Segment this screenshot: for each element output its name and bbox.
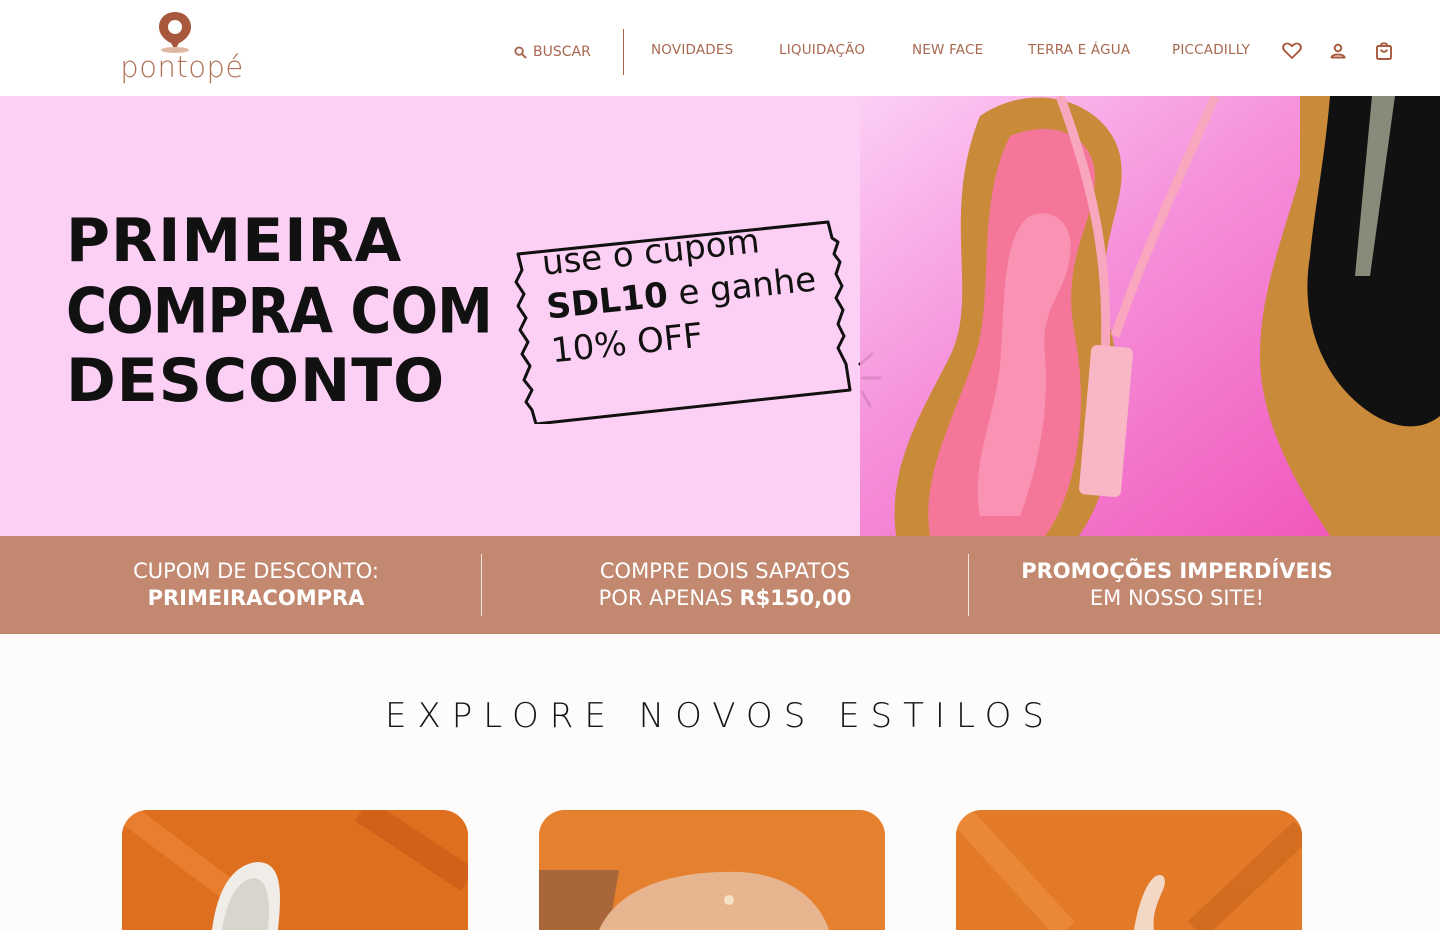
hero-title-line2: COMPRA COM xyxy=(66,275,493,349)
promo-two-shoes-price: R$150,00 xyxy=(739,586,852,610)
style-card-1[interactable] xyxy=(122,810,468,930)
promo-coupon-code: PRIMEIRACOMPRA xyxy=(147,586,365,610)
site-header: pontopé BUSCAR NOVIDADES LIQUIDAÇÃO NEW … xyxy=(0,0,1440,96)
heart-icon xyxy=(1282,42,1302,59)
promo-band: CUPOM DE DESCONTO: PRIMEIRACOMPRA COMPRE… xyxy=(0,536,1440,634)
search-button[interactable]: BUSCAR xyxy=(514,42,591,62)
promo-deals-line1: PROMOÇÕES IMPERDÍVEIS xyxy=(1021,559,1333,583)
shoe-image-1 xyxy=(122,810,468,930)
nav-item-piccadilly[interactable]: PICCADILLY xyxy=(1172,42,1250,58)
user-icon xyxy=(1330,43,1346,59)
wishlist-button[interactable] xyxy=(1281,40,1303,62)
nav-item-terra-e-agua[interactable]: TERRA E ÁGUA xyxy=(1028,42,1130,58)
explore-title: EXPLORE NOVOS ESTILOS xyxy=(384,696,1056,736)
promo-coupon: CUPOM DE DESCONTO: PRIMEIRACOMPRA xyxy=(0,536,512,634)
cart-button[interactable] xyxy=(1373,40,1395,62)
coupon-code: SDL10 xyxy=(544,275,670,328)
shoe-image-3 xyxy=(956,810,1302,930)
promo-two-shoes-prefix: POR APENAS xyxy=(598,586,740,610)
nav-item-new-face[interactable]: NEW FACE xyxy=(912,42,983,58)
promo-two-shoes-line1: COMPRE DOIS SAPATOS xyxy=(599,559,851,583)
style-card-3[interactable] xyxy=(956,810,1302,930)
sandals-image xyxy=(860,96,1440,536)
promo-deals: PROMOÇÕES IMPERDÍVEIS EM NOSSO SITE! xyxy=(968,536,1386,634)
hero-title: PRIMEIRA COMPRA COM DESCONTO xyxy=(66,206,493,416)
shoe-image-2 xyxy=(539,810,885,930)
nav-item-liquidacao[interactable]: LIQUIDAÇÃO xyxy=(779,42,865,58)
main-nav: BUSCAR NOVIDADES LIQUIDAÇÃO NEW FACE TER… xyxy=(0,0,1440,96)
promo-two-shoes: COMPRE DOIS SAPATOS POR APENAS R$150,00 xyxy=(481,536,969,634)
style-card-2[interactable] xyxy=(539,810,885,930)
promo-coupon-label: CUPOM DE DESCONTO: xyxy=(133,559,379,583)
account-button[interactable] xyxy=(1327,40,1349,62)
search-icon xyxy=(514,45,527,59)
hero-title-line3: DESCONTO xyxy=(66,346,446,416)
search-label: BUSCAR xyxy=(533,44,591,60)
nav-divider xyxy=(623,29,624,75)
promo-deals-line2: EM NOSSO SITE! xyxy=(1089,586,1265,610)
promo-two-shoes-line2: POR APENAS R$150,00 xyxy=(599,585,852,612)
hero-title-line1: PRIMEIRA xyxy=(66,206,403,276)
bag-icon xyxy=(1376,42,1392,60)
hero-banner[interactable]: PRIMEIRA COMPRA COM DESCONTO use o cupom… xyxy=(0,96,1440,536)
nav-item-novidades[interactable]: NOVIDADES xyxy=(651,42,733,58)
